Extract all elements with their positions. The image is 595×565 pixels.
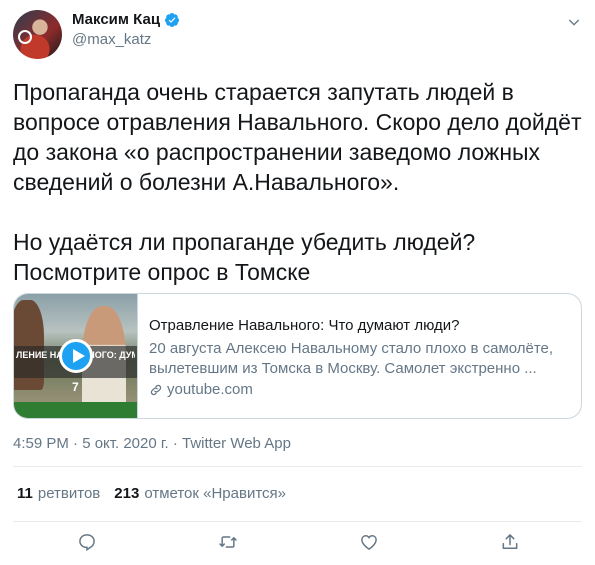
card-domain[interactable]: youtube.com [149, 381, 253, 398]
retweets-count: 11 [17, 485, 33, 502]
card-title[interactable]: Отравление Навального: Что думают люди? [149, 317, 460, 334]
chevron-down-icon[interactable] [566, 14, 582, 30]
reply-icon [79, 534, 95, 552]
like-button[interactable] [359, 532, 379, 557]
verified-badge-icon [165, 12, 180, 27]
like-icon [361, 535, 377, 550]
play-icon[interactable] [59, 339, 93, 373]
avatar[interactable] [13, 10, 62, 59]
retweets-label: ретвитов [37, 485, 101, 502]
share-button[interactable] [500, 532, 520, 557]
likes-stat[interactable]: 213 отметок «Нравится» [114, 485, 286, 502]
tweet-metadata[interactable]: 4:59 PM · 5 окт. 2020 г. · Twitter Web A… [13, 435, 291, 452]
share-icon [502, 534, 518, 549]
author-handle[interactable]: @max_katz [72, 31, 151, 48]
author-name[interactable]: Максим Кац [72, 11, 160, 28]
divider [13, 521, 582, 522]
card-description: 20 августа Алексею Навальному стало плох… [149, 340, 554, 377]
reply-button[interactable] [77, 532, 97, 557]
tweet-text: Пропаганда очень старается запутать люде… [13, 79, 582, 285]
retweet-button[interactable] [218, 532, 238, 557]
link-icon [150, 384, 162, 395]
video-thumbnail[interactable]: ЛЕНИЕ НАВАЛЬНОГО: ДУМАЮТ ЛЮДИ? 7 [14, 294, 138, 418]
divider [13, 466, 582, 467]
retweet-icon [219, 536, 237, 548]
tweet-stats: 11 ретвитов 213 отметок «Нравится» [17, 485, 286, 502]
likes-count: 213 [114, 485, 140, 502]
likes-label: отметок «Нравится» [144, 485, 286, 502]
link-preview-card[interactable]: ЛЕНИЕ НАВАЛЬНОГО: ДУМАЮТ ЛЮДИ? 7 Отравле… [13, 293, 582, 419]
retweets-stat[interactable]: 11 ретвитов [17, 485, 100, 502]
author-name-row[interactable]: Максим Кац [72, 11, 180, 28]
card-domain-text: youtube.com [167, 381, 253, 398]
thumbnail-number: 7 [72, 380, 79, 394]
